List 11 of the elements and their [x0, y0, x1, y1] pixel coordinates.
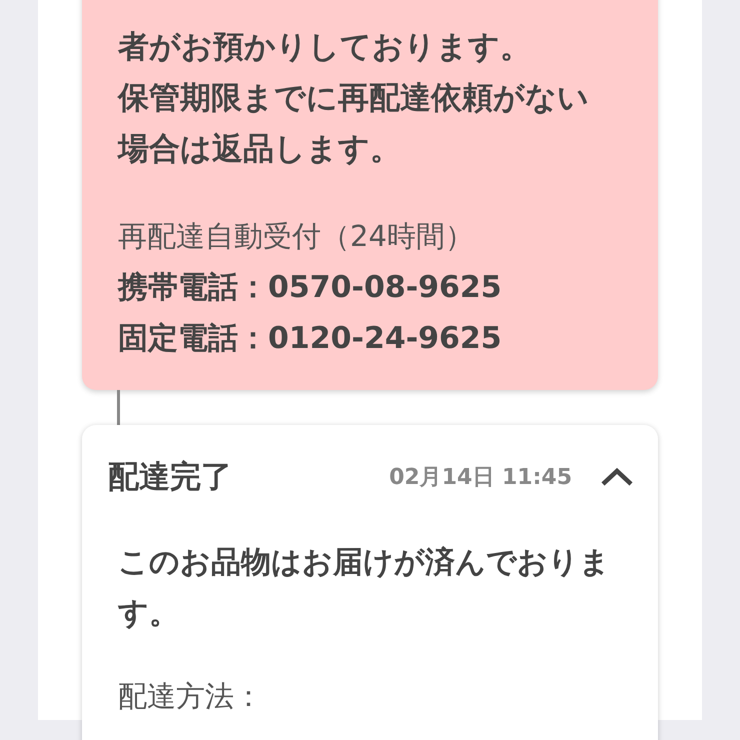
phone-number: 携帯電話：0570-08-9625: [118, 269, 503, 307]
status-title: 配達完了: [108, 458, 232, 497]
status-timestamp: 02月14日 11:45: [389, 464, 572, 492]
chevron-icon[interactable]: [600, 467, 634, 487]
status-message: このお品物はお届けが済んでおります。: [118, 544, 611, 633]
delivery-method-label: 配達方法：: [118, 678, 264, 715]
phone-number: 固定電話：0120-24-9625: [118, 320, 503, 358]
notice-text: 者がお預かりしております。: [118, 28, 532, 67]
timeline-line: [117, 390, 120, 425]
redelivery-label: 再配達自動受付（24時間）: [118, 218, 475, 255]
notice-text: 保管期限までに再配達依頼がない場合は返品します。: [118, 79, 590, 169]
